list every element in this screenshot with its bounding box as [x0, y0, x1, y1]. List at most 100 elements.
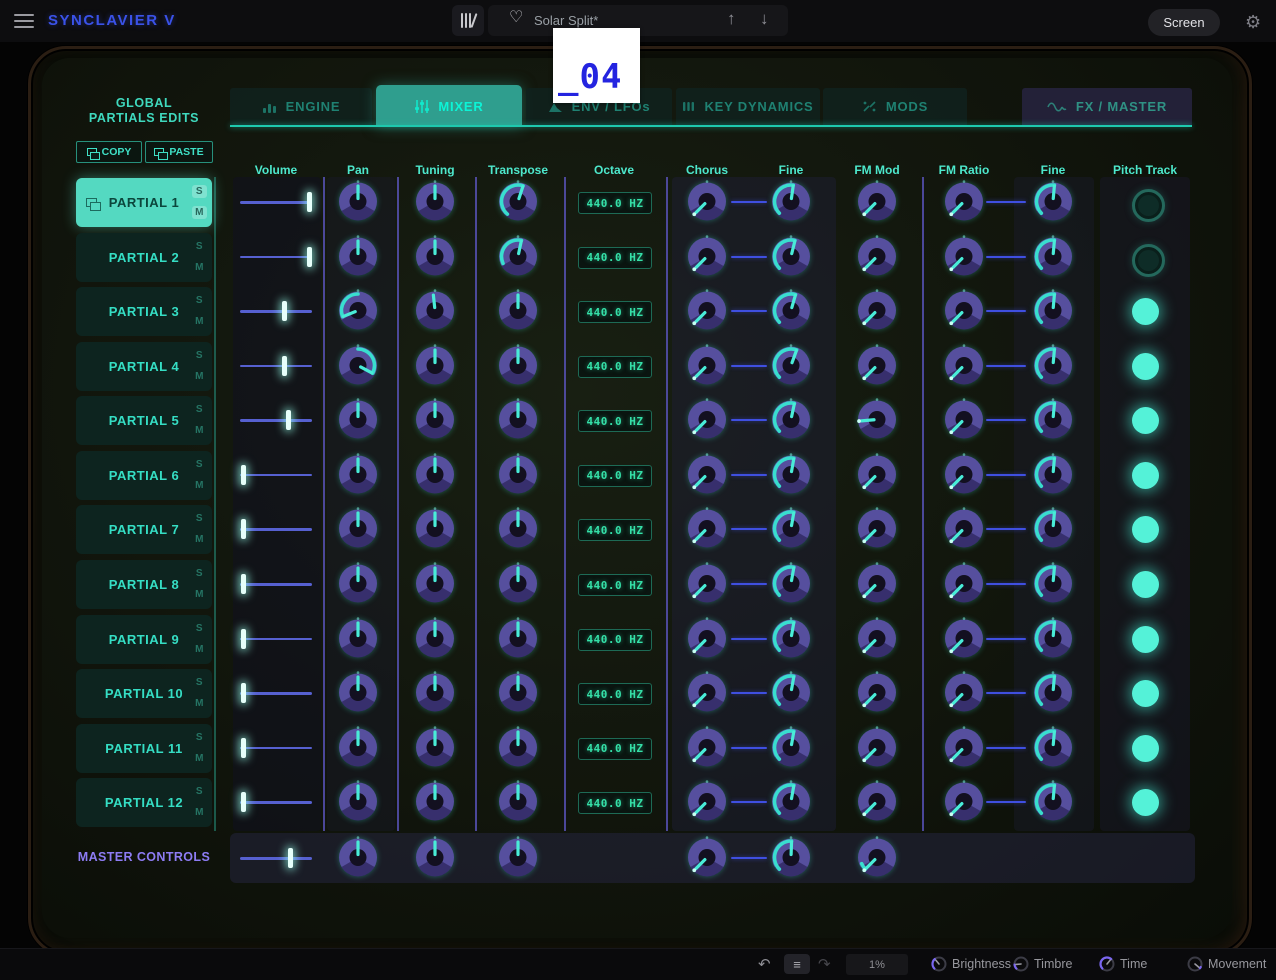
chorus-knob-row3[interactable]	[685, 289, 729, 333]
fm-mod-knob-row11[interactable]	[855, 726, 899, 770]
fm-mod-knob-row5[interactable]	[855, 398, 899, 442]
mute-button[interactable]: M	[192, 697, 207, 710]
sidebar-item-partial-5[interactable]: PARTIAL 5SM	[76, 396, 212, 445]
tuning-knob-row6[interactable]	[413, 453, 457, 497]
volume-slider-row3-handle[interactable]	[282, 301, 287, 321]
tuning-knob-row4[interactable]	[413, 344, 457, 388]
paste-button[interactable]: PASTE	[145, 141, 213, 163]
sidebar-item-partial-3[interactable]: PARTIAL 3SM	[76, 287, 212, 336]
pan-knob-row4[interactable]	[336, 344, 380, 388]
fm-fine-knob-row9[interactable]	[1031, 617, 1075, 661]
mute-button[interactable]: M	[192, 206, 207, 219]
chorus-knob-row1[interactable]	[685, 180, 729, 224]
fm-fine-knob-row2[interactable]	[1031, 235, 1075, 279]
solo-button[interactable]: S	[192, 240, 207, 253]
fm-ratio-knob-row8[interactable]	[942, 562, 986, 606]
pan-knob-row3[interactable]	[336, 289, 380, 333]
fm-fine-knob-row7[interactable]	[1031, 507, 1075, 551]
fm-ratio-knob-row11[interactable]	[942, 726, 986, 770]
fm-fine-knob-row5[interactable]	[1031, 398, 1075, 442]
pan-knob-row8[interactable]	[336, 562, 380, 606]
volume-slider-row12-handle[interactable]	[241, 792, 246, 812]
solo-button[interactable]: S	[192, 512, 207, 525]
transpose-knob-row2[interactable]	[496, 235, 540, 279]
master-pan-knob[interactable]	[336, 836, 380, 880]
fine-knob-row12[interactable]	[769, 780, 813, 824]
chorus-knob-row11[interactable]	[685, 726, 729, 770]
pan-knob-row5[interactable]	[336, 398, 380, 442]
tuning-knob-row1[interactable]	[413, 180, 457, 224]
octave-display-row4[interactable]: 440.0 HZ	[578, 356, 652, 378]
solo-button[interactable]: S	[192, 185, 207, 198]
tuning-knob-row8[interactable]	[413, 562, 457, 606]
tab-mixer[interactable]: MIXER	[376, 85, 522, 127]
solo-button[interactable]: S	[192, 458, 207, 471]
fm-mod-knob-row1[interactable]	[855, 180, 899, 224]
transpose-knob-row1[interactable]	[496, 180, 540, 224]
pan-knob-row10[interactable]	[336, 671, 380, 715]
solo-button[interactable]: S	[192, 349, 207, 362]
fm-mod-knob-row10[interactable]	[855, 671, 899, 715]
master-volume-slider-handle[interactable]	[288, 848, 293, 868]
history-list-icon[interactable]: ≡	[784, 954, 810, 974]
volume-slider-row5-handle[interactable]	[286, 410, 291, 430]
chorus-knob-row10[interactable]	[685, 671, 729, 715]
mute-button[interactable]: M	[192, 806, 207, 819]
master-transpose-knob[interactable]	[496, 836, 540, 880]
pitch-track-toggle-row8[interactable]	[1132, 571, 1159, 598]
octave-display-row9[interactable]: 440.0 HZ	[578, 629, 652, 651]
fm-fine-knob-row1[interactable]	[1031, 180, 1075, 224]
transpose-knob-row12[interactable]	[496, 780, 540, 824]
solo-button[interactable]: S	[192, 785, 207, 798]
master-fm-mod-knob[interactable]	[855, 836, 899, 880]
fm-ratio-knob-row6[interactable]	[942, 453, 986, 497]
volume-slider-row8[interactable]	[240, 572, 312, 596]
mute-button[interactable]: M	[192, 643, 207, 656]
chorus-knob-row7[interactable]	[685, 507, 729, 551]
volume-slider-row9[interactable]	[240, 627, 312, 651]
fm-mod-knob-row2[interactable]	[855, 235, 899, 279]
pitch-track-toggle-row6[interactable]	[1132, 462, 1159, 489]
fine-knob-row2[interactable]	[769, 235, 813, 279]
undo-icon[interactable]: ↶	[758, 955, 771, 973]
fm-fine-knob-row12[interactable]	[1031, 780, 1075, 824]
fine-knob-row4[interactable]	[769, 344, 813, 388]
sidebar-item-partial-12[interactable]: PARTIAL 12SM	[76, 778, 212, 827]
fm-ratio-knob-row12[interactable]	[942, 780, 986, 824]
volume-slider-row7-handle[interactable]	[241, 519, 246, 539]
pan-knob-row6[interactable]	[336, 453, 380, 497]
chorus-knob-row4[interactable]	[685, 344, 729, 388]
macro-knob-brightness[interactable]	[930, 955, 948, 973]
octave-display-row8[interactable]: 440.0 HZ	[578, 574, 652, 596]
fm-mod-knob-row12[interactable]	[855, 780, 899, 824]
fm-mod-knob-row7[interactable]	[855, 507, 899, 551]
screen-button[interactable]: Screen	[1148, 9, 1220, 36]
mute-button[interactable]: M	[192, 370, 207, 383]
chorus-knob-row6[interactable]	[685, 453, 729, 497]
volume-slider-row9-handle[interactable]	[241, 629, 246, 649]
volume-slider-row6-handle[interactable]	[241, 465, 246, 485]
fm-mod-knob-row3[interactable]	[855, 289, 899, 333]
sidebar-item-partial-10[interactable]: PARTIAL 10SM	[76, 669, 212, 718]
chorus-knob-row12[interactable]	[685, 780, 729, 824]
transpose-knob-row8[interactable]	[496, 562, 540, 606]
mute-button[interactable]: M	[192, 533, 207, 546]
solo-button[interactable]: S	[192, 731, 207, 744]
octave-display-row12[interactable]: 440.0 HZ	[578, 792, 652, 814]
fine-knob-row3[interactable]	[769, 289, 813, 333]
octave-display-row7[interactable]: 440.0 HZ	[578, 519, 652, 541]
mute-button[interactable]: M	[192, 752, 207, 765]
volume-slider-row4[interactable]	[240, 354, 312, 378]
macro-knob-movement[interactable]	[1186, 955, 1204, 973]
volume-slider-row2-handle[interactable]	[307, 247, 312, 267]
tab-engine[interactable]: ENGINE	[230, 88, 372, 125]
volume-slider-row6[interactable]	[240, 463, 312, 487]
redo-icon[interactable]: ↷	[818, 955, 831, 973]
sidebar-item-partial-7[interactable]: PARTIAL 7SM	[76, 505, 212, 554]
volume-slider-row7[interactable]	[240, 517, 312, 541]
solo-button[interactable]: S	[192, 676, 207, 689]
mute-button[interactable]: M	[192, 588, 207, 601]
transpose-knob-row7[interactable]	[496, 507, 540, 551]
fm-fine-knob-row6[interactable]	[1031, 453, 1075, 497]
favorite-heart-icon[interactable]: ♡	[509, 10, 523, 26]
